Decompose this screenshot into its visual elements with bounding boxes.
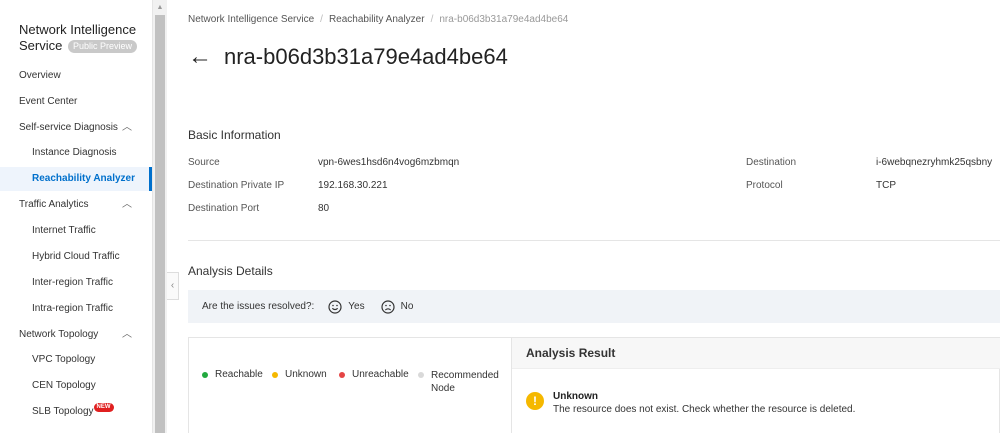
destination-port-value: 80 [318, 203, 330, 214]
destination-value: i-6webqnezryhmk25qsbny [876, 157, 993, 168]
sidebar-item-overview[interactable]: Overview [0, 64, 152, 88]
sidebar-item-label: Event Center [19, 96, 78, 107]
sidebar-item-internet-traffic[interactable]: Internet Traffic [0, 219, 152, 243]
sidebar-item-label: Internet Traffic [32, 225, 96, 236]
sidebar-item-instance-diagnosis[interactable]: Instance Diagnosis [0, 141, 152, 165]
sidebar-item-slb-topology[interactable]: SLB Topology NEW [0, 400, 152, 424]
legend-label: Recommended Node [431, 370, 499, 394]
destination-port-label: Destination Port [188, 203, 260, 214]
chevron-up-icon: ︿ [122, 329, 132, 340]
sidebar-group-self-service-diagnosis[interactable]: Self-service Diagnosis ︿ [0, 116, 152, 140]
analysis-result-heading: Analysis Result [512, 338, 1000, 369]
public-preview-badge: Public Preview [67, 40, 138, 53]
breadcrumb-separator: / [320, 14, 323, 25]
sidebar-item-label: Hybrid Cloud Traffic [32, 251, 120, 262]
title-row: ← nra-b06d3b31a79e4ad4be64 [188, 42, 508, 72]
legend-reachable: Reachable [202, 369, 263, 380]
sidebar-item-label: Intra-region Traffic [32, 303, 113, 314]
breadcrumb-separator: / [430, 14, 434, 25]
back-arrow-icon[interactable]: ← [188, 42, 212, 72]
result-message: The resource does not exist. Check wheth… [553, 404, 856, 415]
analysis-result-panel: Analysis Result ! Unknown The resource d… [512, 338, 1000, 433]
sidebar-item-label: Instance Diagnosis [32, 147, 117, 158]
legend-unreachable: Unreachable [339, 369, 409, 380]
legend-label: Reachable [215, 369, 263, 380]
basic-information-heading: Basic Information [188, 128, 281, 142]
sidebar-item-reachability-analyzer[interactable]: Reachability Analyzer [0, 167, 152, 191]
legend-unknown: Unknown [272, 369, 327, 380]
feedback-question: Are the issues resolved?: [202, 301, 315, 312]
protocol-value: TCP [876, 180, 896, 191]
breadcrumb: Network Intelligence Service / Reachabilit… [188, 14, 568, 25]
topology-legend: Reachable Unknown Unreachable Recommende… [189, 338, 512, 433]
analysis-details-heading: Analysis Details [188, 264, 273, 278]
breadcrumb-current: nra-b06d3b31a79e4ad4be64 [439, 14, 569, 25]
warning-icon: ! [526, 392, 544, 410]
smile-icon [328, 299, 342, 314]
sidebar-item-cen-topology[interactable]: CEN Topology [0, 374, 152, 398]
destination-ip-label: Destination Private IP [188, 180, 285, 191]
red-dot-icon [339, 372, 345, 378]
analysis-result-body: ! Unknown The resource does not exist. C… [526, 390, 855, 417]
sidebar-group-network-topology[interactable]: Network Topology ︿ [0, 323, 152, 347]
feedback-no-label: No [400, 301, 414, 312]
feedback-no-button[interactable]: No [381, 299, 414, 314]
destination-ip-value: 192.168.30.221 [318, 180, 388, 191]
sidebar-scrollbar[interactable]: ▲ [153, 0, 167, 433]
sidebar-item-hybrid-cloud-traffic[interactable]: Hybrid Cloud Traffic [0, 245, 152, 269]
frown-icon [381, 299, 395, 314]
gray-dot-icon [418, 372, 424, 378]
sidebar-item-label: Traffic Analytics [19, 199, 89, 210]
analysis-panel: Reachable Unknown Unreachable Recommende… [188, 337, 1000, 433]
chevron-up-icon: ︿ [122, 199, 132, 210]
sidebar-title: Network Intelligence Service Public Prev… [19, 22, 144, 54]
sidebar-item-inter-region-traffic[interactable]: Inter-region Traffic [0, 271, 152, 295]
page-title: nra-b06d3b31a79e4ad4be64 [224, 44, 508, 69]
sidebar-item-label: Overview [19, 70, 61, 81]
sidebar-item-label: Network Topology [19, 329, 99, 340]
breadcrumb-reachability-analyzer[interactable]: Reachability Analyzer [329, 14, 425, 25]
sidebar-item-event-center[interactable]: Event Center [0, 90, 152, 114]
green-dot-icon [202, 372, 208, 378]
chevron-up-icon: ︿ [122, 122, 132, 133]
result-title: Unknown [553, 391, 598, 402]
sidebar-item-vpc-topology[interactable]: VPC Topology [0, 348, 152, 372]
section-divider [188, 240, 1000, 241]
legend-recommended-node: Recommended Node [418, 369, 508, 395]
yellow-dot-icon [272, 372, 278, 378]
sidebar-item-label: CEN Topology [32, 380, 96, 391]
feedback-yes-label: Yes [348, 301, 365, 312]
breadcrumb-network-intelligence-service[interactable]: Network Intelligence Service [188, 14, 314, 25]
sidebar-group-traffic-analytics[interactable]: Traffic Analytics ︿ [0, 193, 152, 217]
legend-label: Unknown [285, 369, 327, 380]
scroll-thumb[interactable] [155, 15, 165, 433]
sidebar-item-label: SLB Topology [32, 406, 94, 417]
new-badge: NEW [93, 403, 114, 412]
destination-label: Destination [746, 157, 797, 168]
sidebar-item-label: Self-service Diagnosis [19, 122, 118, 133]
main-content: Network Intelligence Service / Reachabilit… [168, 0, 1000, 433]
result-text: Unknown The resource does not exist. Che… [553, 390, 855, 417]
sidebar-item-label: VPC Topology [32, 354, 96, 365]
sidebar-item-label: Reachability Analyzer [32, 173, 136, 184]
sidebar-item-label: Inter-region Traffic [32, 277, 113, 288]
feedback-bar: Are the issues resolved?: Yes No [188, 290, 1000, 323]
sidebar-item-intra-region-traffic[interactable]: Intra-region Traffic [0, 297, 152, 321]
protocol-label: Protocol [746, 180, 783, 191]
legend-label: Unreachable [352, 369, 409, 380]
feedback-yes-button[interactable]: Yes [328, 299, 365, 314]
source-value: vpn-6wes1hsd6n4vog6mzbmqn [318, 157, 460, 168]
scroll-up-arrow-icon[interactable]: ▲ [153, 2, 167, 14]
sidebar: Network Intelligence Service Public Prev… [0, 0, 153, 433]
source-label: Source [188, 157, 220, 168]
